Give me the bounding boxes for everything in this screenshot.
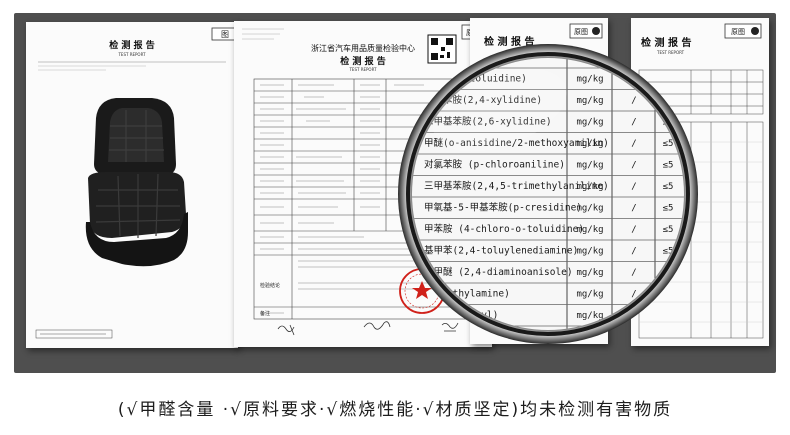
magnified-limit: ≤5	[663, 311, 674, 321]
product-image: 图 检 测 报 告 TEST REPORT 浙江省汽车用品质量检验中心 检 测 …	[0, 0, 790, 435]
magnified-slash: /	[631, 268, 636, 278]
magnified-result: 未检出	[692, 288, 719, 300]
magnified-result: 未检出	[692, 137, 719, 149]
magnified-substance-name: 甲氧基-5-甲基苯胺(p-cresidine)	[424, 202, 582, 214]
magnified-unit: mg/kg	[576, 118, 603, 128]
magnified-slash: /	[631, 204, 636, 214]
magnified-result: 未检出	[692, 116, 719, 128]
magnified-limit: ≤5	[663, 75, 674, 85]
magnified-slash: /	[631, 96, 636, 106]
magnified-result: 未检出	[692, 245, 719, 257]
magnified-substance-name: 基甲苯(2,4-toluylenediamine)	[424, 245, 578, 257]
magnified-result: 未检出	[692, 73, 719, 85]
caption-text: (√甲醛含量 ·√原料要求·√燃烧性能·√材质坚定)均未检测有害物质	[117, 400, 673, 420]
magnified-result: 未检出	[692, 309, 719, 321]
magnified-slash: /	[631, 139, 636, 149]
magnified-slash: /	[631, 53, 636, 63]
magnified-limit: ≤5	[663, 333, 674, 343]
magnified-unit: mg/kg	[576, 204, 603, 214]
magnified-slash: /	[631, 247, 636, 257]
magnified-unit: mg/kg	[576, 182, 603, 192]
magnified-limit: ≤5	[663, 225, 674, 235]
magnifier-layer: diamino-azotoluenemg/kg/≤5未检出甲苯胺(o-tolui…	[398, 44, 719, 344]
magnified-limit: ≤5	[663, 139, 674, 149]
magnified-unit: mg/kg	[576, 290, 603, 300]
magnified-limit: ≤5	[663, 182, 674, 192]
magnified-unit: mg/kg	[576, 139, 603, 149]
magnified-slash: /	[631, 333, 636, 343]
magnified-limit: ≤5	[663, 53, 674, 63]
magnified-result: 未检出	[692, 331, 719, 343]
magnified-substance-name: 苯甲醚 (2,4-diaminoanisole)	[424, 266, 573, 278]
magnified-slash: /	[631, 182, 636, 192]
magnified-substance-name: 甲苯胺 (4-chloro-o-toluidine)	[424, 223, 584, 235]
magnified-result: 未检出	[692, 223, 719, 235]
magnified-substance-name: iline]	[424, 332, 458, 343]
magnified-limit: ≤5	[663, 204, 674, 214]
magnified-limit: ≤5	[663, 290, 674, 300]
magnified-limit: ≤5	[663, 161, 674, 171]
magnified-unit: mg/kg	[576, 75, 603, 85]
magnified-result: 未检出	[692, 51, 719, 63]
magnified-unit: mg/kg	[576, 268, 603, 278]
magnified-substance-name: 对氯苯胺 (p-chloroaniline)	[424, 159, 565, 171]
magnified-slash: /	[631, 225, 636, 235]
magnified-unit: mg/kg	[576, 225, 603, 235]
magnified-result: 未检出	[692, 159, 719, 171]
magnified-unit: mg/kg	[576, 96, 603, 106]
magnified-unit: mg/kg	[576, 311, 603, 321]
magnified-slash: /	[631, 161, 636, 171]
magnified-unit: mg/kg	[576, 247, 603, 257]
magnified-slash: /	[631, 118, 636, 128]
magnified-result: 未检出	[692, 94, 719, 106]
magnified-result: 未检出	[692, 266, 719, 278]
magnified-unit: mg/kg	[576, 161, 603, 171]
